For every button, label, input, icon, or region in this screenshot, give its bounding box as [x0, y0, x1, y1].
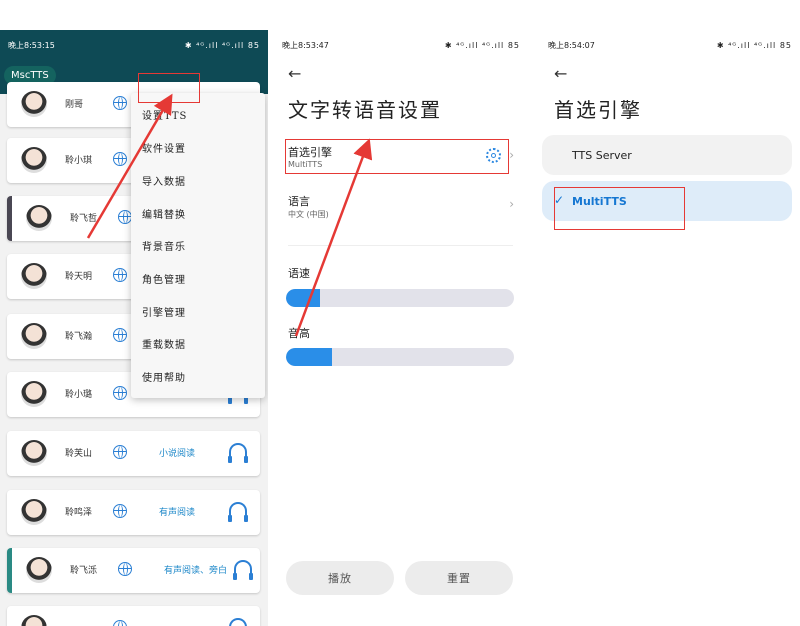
menu-item-edit-replace[interactable]: 编辑替换: [142, 206, 186, 221]
voice-name: 聆飞泺: [70, 566, 98, 576]
voice-row[interactable]: 聆芙山 小说阅读: [7, 431, 260, 476]
chevron-right-icon: ›: [509, 148, 514, 162]
highlight-box: [554, 187, 685, 230]
avatar: [21, 323, 47, 349]
globe-icon[interactable]: [113, 445, 127, 459]
globe-icon[interactable]: [113, 152, 127, 166]
voice-name: 聆飞哲: [70, 214, 98, 224]
chevron-right-icon: ›: [509, 197, 514, 211]
overflow-menu: 设置TTS 软件设置 导入数据 编辑替换 背景音乐 角色管理 引擎管理 重载数据…: [131, 93, 265, 398]
menu-item-role-management[interactable]: 角色管理: [142, 271, 186, 286]
globe-icon[interactable]: [113, 328, 127, 342]
voice-name: 聆天明: [65, 272, 93, 282]
divider: [288, 245, 513, 246]
status-time: 晚上8:54:07: [548, 40, 595, 50]
back-arrow-icon[interactable]: ←: [288, 64, 301, 83]
avatar: [26, 205, 52, 231]
avatar: [21, 381, 47, 407]
avatar: [21, 147, 47, 173]
option-label: TTS Server: [572, 148, 632, 162]
voice-name: 聆芙山: [65, 449, 93, 459]
status-time: 晚上8:53:15: [8, 40, 55, 50]
reset-button[interactable]: 重置: [405, 561, 513, 595]
status-bar: 晚上8:53:47 ✱ ⁴ᴳ.ıll ⁴ᴳ.ıll 85: [274, 30, 528, 60]
pitch-label: 音高: [288, 327, 310, 340]
status-icons: ✱ ⁴ᴳ.ıll ⁴ᴳ.ıll 85: [444, 40, 520, 50]
status-bar: 晚上8:53:15 ✱ ⁴ᴳ.ıll ⁴ᴳ.ıll 85: [0, 30, 268, 60]
voice-name: 刚哥: [65, 100, 84, 110]
globe-icon[interactable]: [113, 96, 127, 110]
avatar: [21, 91, 47, 117]
menu-item-engine-management[interactable]: 引擎管理: [142, 304, 186, 319]
speed-label: 语速: [288, 267, 310, 280]
globe-icon[interactable]: [113, 504, 127, 518]
pitch-slider[interactable]: [286, 348, 514, 366]
back-arrow-icon[interactable]: ←: [554, 64, 567, 83]
tts-settings-screen: 晚上8:53:47 ✱ ⁴ᴳ.ıll ⁴ᴳ.ıll 85 ← 文字转语音设置 首…: [274, 30, 528, 626]
menu-item-import-data[interactable]: 导入数据: [142, 173, 186, 188]
preferred-engine-screen: 晚上8:54:07 ✱ ⁴ᴳ.ıll ⁴ᴳ.ıll 85 ← 首选引擎 TTS …: [540, 30, 800, 626]
voice-list-screen: 晚上8:53:15 ✱ ⁴ᴳ.ıll ⁴ᴳ.ıll 85 MscTTS 刚哥 聆…: [0, 30, 268, 626]
page-title: 首选引擎: [554, 98, 642, 122]
status-time: 晚上8:53:47: [282, 40, 329, 50]
globe-icon[interactable]: [113, 620, 127, 626]
status-bar: 晚上8:54:07 ✱ ⁴ᴳ.ıll ⁴ᴳ.ıll 85: [540, 30, 800, 60]
headphones-icon[interactable]: [228, 443, 248, 463]
play-button[interactable]: 播放: [286, 561, 394, 595]
globe-icon[interactable]: [118, 562, 132, 576]
voice-type: 有声阅读: [159, 508, 196, 518]
status-icons: ✱ ⁴ᴳ.ıll ⁴ᴳ.ıll 85: [184, 40, 260, 50]
voice-name: 聆小琪: [65, 156, 93, 166]
menu-item-reload-data[interactable]: 重载数据: [142, 336, 186, 351]
voice-name: 聆飞瀚: [65, 332, 93, 342]
voice-row[interactable]: 聆飞泺 有声阅读、旁白: [7, 548, 260, 593]
menu-item-background-music[interactable]: 背景音乐: [142, 238, 186, 253]
highlight-box: [138, 73, 200, 103]
highlight-box: [285, 139, 509, 174]
headphones-icon[interactable]: [229, 618, 247, 626]
voice-name: 聆小璐: [65, 390, 93, 400]
voice-type: 有声阅读、旁白: [164, 566, 228, 576]
speed-slider-fill: [286, 289, 321, 307]
avatar: [21, 263, 47, 289]
page-title: 文字转语音设置: [288, 98, 442, 122]
speed-slider[interactable]: [286, 289, 514, 307]
headphones-icon[interactable]: [233, 560, 253, 580]
voice-type: 小说阅读: [159, 449, 196, 459]
avatar: [21, 499, 47, 525]
language-value: 中文 (中国): [288, 210, 329, 219]
headphones-icon[interactable]: [228, 502, 248, 522]
language-label: 语言: [288, 195, 310, 208]
voice-name: 聆鸣泽: [65, 508, 93, 518]
globe-icon[interactable]: [113, 386, 127, 400]
engine-option-tts-server[interactable]: TTS Server: [542, 135, 792, 175]
globe-icon[interactable]: [118, 210, 132, 224]
menu-item-tts-settings[interactable]: 设置TTS: [142, 107, 187, 122]
avatar: [21, 615, 47, 626]
pitch-slider-fill: [286, 348, 332, 366]
menu-item-help[interactable]: 使用帮助: [142, 369, 186, 384]
menu-item-software-settings[interactable]: 软件设置: [142, 140, 186, 155]
voice-row[interactable]: [7, 606, 260, 626]
globe-icon[interactable]: [113, 268, 127, 282]
voice-row[interactable]: 聆鸣泽 有声阅读: [7, 490, 260, 535]
avatar: [26, 557, 52, 583]
avatar: [21, 440, 47, 466]
status-icons: ✱ ⁴ᴳ.ıll ⁴ᴳ.ıll 85: [716, 40, 792, 50]
